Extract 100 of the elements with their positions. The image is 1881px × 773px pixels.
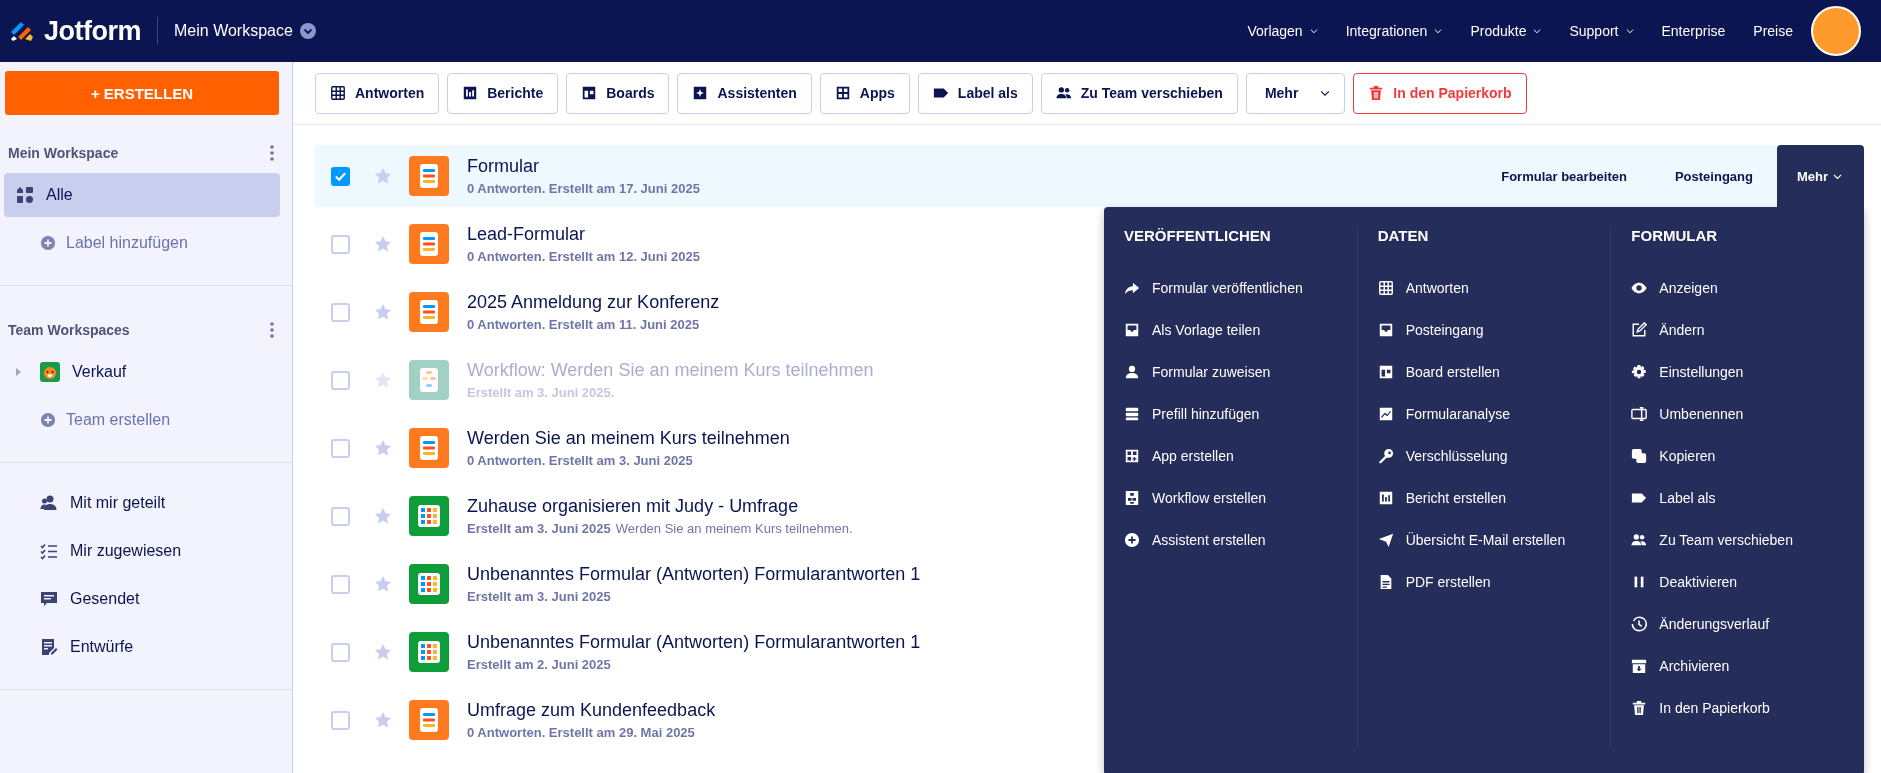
kebab-menu-icon[interactable]	[270, 145, 274, 161]
form-title[interactable]: Werden Sie an meinem Kurs teilnehmen	[467, 428, 790, 449]
menu-item[interactable]: Deaktivieren	[1631, 561, 1864, 603]
menu-item[interactable]: Posteingang	[1377, 309, 1611, 351]
row-action[interactable]: Formular bearbeiten	[1477, 145, 1651, 207]
sidebar-item[interactable]: Gesendet	[4, 577, 280, 621]
expand-arrow-icon[interactable]	[14, 368, 22, 376]
menu-item[interactable]: Verschlüsselung	[1377, 435, 1611, 477]
nav-link[interactable]: Support	[1569, 19, 1634, 43]
add-link[interactable]: Label hinzufügen	[4, 221, 280, 265]
toolbar-button[interactable]: Antworten	[315, 72, 440, 114]
menu-item[interactable]: Einstellungen	[1631, 351, 1864, 393]
menu-item[interactable]: Archivieren	[1631, 645, 1864, 687]
menu-item[interactable]: Anzeigen	[1631, 267, 1864, 309]
sidebar-item[interactable]: Mit mir geteilt	[4, 481, 280, 525]
app-grid-icon	[1124, 448, 1140, 464]
star-icon[interactable]	[374, 167, 392, 185]
menu-heading: DATEN	[1377, 227, 1430, 246]
toolbar-button[interactable]: In den Papierkorb	[1353, 72, 1527, 114]
toolbar-button[interactable]: Label als	[917, 72, 1033, 114]
checkbox[interactable]	[331, 234, 350, 254]
copy-icon	[1631, 448, 1648, 464]
checkbox[interactable]	[331, 710, 350, 730]
caret-icon	[1533, 27, 1542, 35]
checkbox[interactable]	[331, 574, 350, 594]
menu-item[interactable]: Zu Team verschieben	[1631, 519, 1864, 561]
form-title[interactable]: 2025 Anmeldung zur Konferenz	[467, 292, 720, 313]
inbox-icon	[1124, 322, 1140, 338]
nav-link[interactable]: Enterprise	[1661, 19, 1726, 43]
star-icon[interactable]	[374, 575, 392, 593]
toolbar-button[interactable]: Assistenten	[677, 72, 812, 114]
menu-item[interactable]: Formular veröffentlichen	[1124, 267, 1357, 309]
nav-link[interactable]: Vorlagen	[1247, 19, 1318, 43]
form-note: Werden Sie an meinem Kurs teilnehmen.	[615, 521, 853, 536]
menu-item[interactable]: Workflow erstellen	[1124, 477, 1357, 519]
menu-item[interactable]: Als Vorlage teilen	[1124, 309, 1357, 351]
star-icon[interactable]	[374, 643, 392, 661]
add-link[interactable]: Team erstellen	[4, 398, 280, 442]
form-title[interactable]: Lead-Formular	[467, 224, 700, 245]
team-item[interactable]: Verkauf	[4, 350, 280, 394]
checkbox[interactable]	[331, 642, 350, 662]
menu-item[interactable]: Prefill hinzufügen	[1124, 393, 1357, 435]
form-title[interactable]: Unbenanntes Formular (Antworten) Formularantworten 1	[467, 564, 921, 585]
menu-item[interactable]: Ändern	[1631, 309, 1864, 351]
checkbox[interactable]	[331, 166, 350, 186]
menu-item[interactable]: Label als	[1631, 477, 1864, 519]
sidebar-item[interactable]: Mir zugewiesen	[4, 529, 280, 573]
sidebar-item[interactable]: Alle	[4, 173, 280, 217]
sidebar-item[interactable]: Entwürfe	[4, 625, 280, 669]
rename-icon	[1631, 406, 1648, 422]
toolbar-button[interactable]: Mehr	[1245, 72, 1346, 114]
grid-shapes-icon	[16, 186, 34, 204]
menu-item[interactable]: Änderungsverlauf	[1631, 603, 1864, 645]
nav-link[interactable]: Produkte	[1470, 19, 1542, 43]
kebab-menu-icon[interactable]	[270, 322, 274, 338]
nav-link[interactable]: Preise	[1753, 19, 1793, 43]
form-title[interactable]: Formular	[467, 156, 700, 177]
form-icon	[409, 224, 449, 264]
more-button[interactable]: Mehr	[1776, 145, 1864, 207]
menu-item[interactable]: Übersicht E-Mail erstellen	[1377, 519, 1611, 561]
workspace-switcher[interactable]: Mein Workspace	[170, 18, 320, 44]
menu-item[interactable]: In den Papierkorb	[1631, 687, 1864, 729]
menu-item[interactable]: Umbenennen	[1631, 393, 1864, 435]
rows-icon	[1124, 406, 1140, 422]
share-arrow-icon	[1124, 280, 1140, 296]
star-icon[interactable]	[374, 711, 392, 729]
settings-icon	[1631, 364, 1648, 380]
star-icon[interactable]	[374, 235, 392, 253]
checkbox[interactable]	[331, 438, 350, 458]
form-title[interactable]: Umfrage zum Kundenfeedback	[467, 700, 716, 721]
menu-item[interactable]: Kopieren	[1631, 435, 1864, 477]
menu-item[interactable]: Formular zuweisen	[1124, 351, 1357, 393]
nav-link[interactable]: Integrationen	[1345, 19, 1443, 43]
menu-item[interactable]: Board erstellen	[1377, 351, 1611, 393]
star-icon[interactable]	[374, 507, 392, 525]
menu-item[interactable]: App erstellen	[1124, 435, 1357, 477]
menu-item[interactable]: Assistent erstellen	[1124, 519, 1357, 561]
star-icon[interactable]	[374, 439, 392, 457]
menu-item[interactable]: Formularanalyse	[1377, 393, 1611, 435]
toolbar-button[interactable]: Berichte	[447, 72, 559, 114]
chevron-icon	[299, 23, 316, 39]
checkbox[interactable]	[331, 506, 350, 526]
caret-icon	[1625, 27, 1634, 35]
table-icon	[1377, 280, 1394, 296]
checkbox[interactable]	[331, 302, 350, 322]
menu-heading: VERÖFFENTLICHEN	[1124, 227, 1272, 246]
menu-item[interactable]: Bericht erstellen	[1377, 477, 1611, 519]
section-title: Mein Workspace	[8, 145, 119, 161]
caret-icon	[1309, 27, 1318, 35]
form-title[interactable]: Unbenanntes Formular (Antworten) Formularantworten 1	[467, 632, 921, 653]
avatar[interactable]	[1811, 6, 1861, 56]
menu-item[interactable]: Antworten	[1377, 267, 1611, 309]
star-icon[interactable]	[374, 303, 392, 321]
toolbar-button[interactable]: Boards	[566, 72, 670, 114]
toolbar-button[interactable]: Zu Team verschieben	[1040, 72, 1238, 114]
menu-item[interactable]: PDF erstellen	[1377, 561, 1611, 603]
row-action[interactable]: Posteingang	[1650, 145, 1777, 207]
form-title[interactable]: Zuhause organisieren mit Judy - Umfrage	[467, 496, 853, 517]
workflow-icon	[409, 360, 449, 400]
toolbar-button[interactable]: Apps	[819, 72, 910, 114]
